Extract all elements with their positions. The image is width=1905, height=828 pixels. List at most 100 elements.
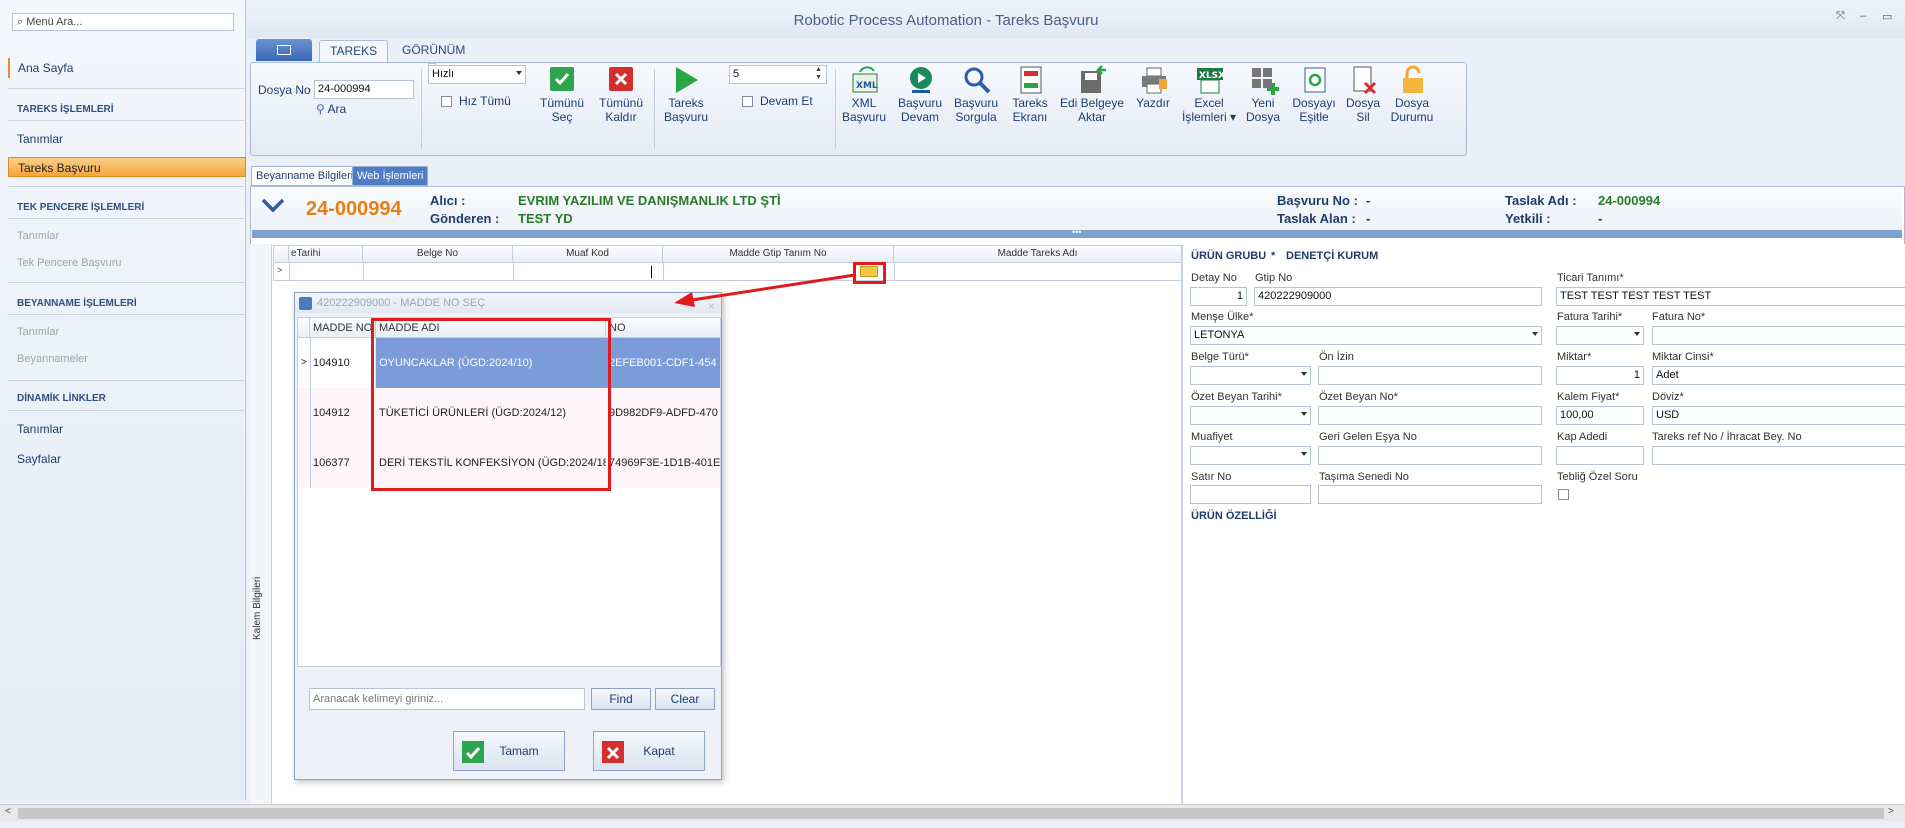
fatura-no-label: Fatura No*	[1652, 311, 1706, 323]
xml-basvuru-button[interactable]: XML XML Başvuru	[839, 63, 889, 157]
new-file-icon	[1249, 65, 1279, 95]
sidebar-item-sayfalar[interactable]: Sayfalar	[8, 449, 246, 469]
menu-search-input[interactable]: ⌕ Menü Ara...	[12, 13, 234, 31]
minimize-icon[interactable]: –	[1860, 10, 1866, 22]
col-belge-no[interactable]: Belge No	[363, 246, 513, 262]
clear-button[interactable]: Clear	[655, 688, 715, 710]
on-izin-input[interactable]	[1318, 366, 1542, 385]
tamam-button[interactable]: Tamam	[453, 731, 565, 771]
geri-gelen-input[interactable]	[1318, 446, 1542, 465]
divider	[8, 282, 246, 283]
excel-islemleri-button[interactable]: XLSX Excel İşlemleri ▾	[1181, 63, 1237, 157]
ozet-beyan-tarihi-input[interactable]	[1190, 406, 1311, 425]
find-button[interactable]: Find	[591, 688, 651, 710]
detay-no-input[interactable]: 1	[1190, 287, 1247, 306]
chevron-down-icon[interactable]	[260, 194, 286, 219]
annotation-box-madde-adi	[371, 318, 611, 491]
muafiyet-select[interactable]	[1190, 446, 1311, 465]
tab-gorunum[interactable]: GÖRÜNÜM	[392, 40, 475, 62]
belge-turu-select[interactable]	[1190, 366, 1311, 385]
divider	[8, 120, 246, 121]
splitter[interactable]: •••	[252, 227, 1902, 238]
sidebar: ⌕ Menü Ara... Ana Sayfa TAREKS İŞLEMLERİ…	[0, 0, 246, 800]
tab-web-islemleri[interactable]: Web İşlemleri	[352, 166, 429, 186]
horizontal-scrollbar[interactable]: < >	[0, 804, 1905, 821]
sidebar-item-tanimlar-3[interactable]: Tanımlar	[8, 322, 246, 342]
dosya-durumu-button[interactable]: Dosya Durumu	[1387, 63, 1437, 157]
speed-combo[interactable]: Hızlı	[428, 65, 526, 84]
restore-icon[interactable]: ⤧	[1836, 10, 1845, 23]
kalem-fiyat-input[interactable]: 100,00	[1556, 406, 1644, 425]
sidebar-item-tanimlar-2[interactable]: Tanımlar	[8, 226, 246, 246]
miktar-cinsi-input[interactable]: Adet	[1652, 366, 1905, 385]
maximize-icon[interactable]: ▭	[1882, 10, 1892, 23]
divider	[835, 69, 836, 149]
close-icon	[609, 67, 633, 91]
kapat-button[interactable]: Kapat	[593, 731, 705, 771]
divider	[8, 380, 246, 381]
basvuru-no-label: Başvuru No :	[1277, 193, 1358, 208]
tab-beyanname-bilgileri[interactable]: Beyanname Bilgileri	[251, 166, 359, 186]
fatura-no-input[interactable]	[1652, 326, 1905, 345]
satir-no-input[interactable]	[1190, 485, 1311, 504]
tab-tareks[interactable]: TAREKS	[319, 40, 389, 62]
kap-adedi-input[interactable]	[1556, 446, 1644, 465]
doviz-input[interactable]: USD	[1652, 406, 1905, 425]
tumunu-sec-button[interactable]: Tümünü Seç	[536, 63, 588, 157]
tumunu-kaldir-button[interactable]: Tümünü Kaldır	[596, 63, 646, 157]
divider	[310, 338, 311, 488]
dialog-search-input[interactable]: Aranacak kelimeyi giriniz...	[309, 688, 585, 710]
check-icon	[550, 67, 574, 91]
dialog-title-bar: 420222909000 - MADDE NO SEÇ ×	[295, 293, 721, 313]
tareks-ekrani-button[interactable]: Tareks Ekranı	[1007, 63, 1053, 157]
scrollbar-thumb[interactable]	[18, 808, 1884, 819]
divider	[289, 263, 290, 280]
sidebar-item-tek-pencere[interactable]: Tek Pencere Başvuru	[8, 253, 246, 273]
madde-no-cell: 104912	[313, 407, 350, 419]
ozet-beyan-no-input[interactable]	[1318, 406, 1542, 425]
basvuru-devam-button[interactable]: Başvuru Devam	[895, 63, 945, 157]
mense-ulke-select[interactable]: LETONYA	[1190, 326, 1542, 345]
row-indicator-icon: >	[277, 265, 283, 275]
scroll-left-icon[interactable]: <	[5, 806, 11, 817]
miktar-input[interactable]: 1	[1556, 366, 1644, 385]
devam-et-checkbox[interactable]	[742, 96, 753, 107]
sidebar-item-tareks-basvuru[interactable]: Tareks Başvuru	[8, 157, 246, 177]
fatura-tarihi-input[interactable]	[1556, 326, 1644, 345]
yeni-dosya-button[interactable]: Yeni Dosya	[1241, 63, 1285, 157]
sidebar-section-tek-pencere: TEK PENCERE İŞLEMLERİ	[17, 202, 145, 213]
tareks-basvuru-button[interactable]: Tareks Başvuru	[661, 63, 711, 157]
yazdir-button[interactable]: Yazdır	[1131, 63, 1175, 157]
ticari-tanimi-input[interactable]: TEST TEST TEST TEST TEST	[1556, 287, 1905, 306]
sidebar-item-beyannameler[interactable]: Beyannameler	[8, 349, 246, 369]
window-title: Robotic Process Automation - Tareks Başv…	[793, 12, 1099, 29]
edi-belgeye-aktar-button[interactable]: Edi Belgeye Aktar	[1059, 63, 1125, 157]
sidebar-item-tanimlar[interactable]: Tanımlar	[8, 129, 246, 149]
tasima-senedi-input[interactable]	[1318, 485, 1542, 504]
guid-cell: 74969F3E-1D1B-401E	[609, 457, 721, 469]
tareks-ref-label: Tareks ref No / İhracat Bey. No	[1652, 431, 1802, 443]
dosyayi-esitle-button[interactable]: Dosyayı Eşitle	[1289, 63, 1339, 157]
ozet-beyan-no-label: Özet Beyan No*	[1319, 391, 1398, 403]
sidebar-item-tanimlar-4[interactable]: Tanımlar	[8, 419, 246, 439]
col-tarihi[interactable]: eTarihi	[289, 246, 363, 262]
hiz-tumu-checkbox[interactable]	[441, 96, 452, 107]
scroll-right-icon[interactable]: >	[1888, 806, 1894, 817]
sidebar-item-home[interactable]: Ana Sayfa	[8, 58, 246, 78]
gtip-no-input[interactable]: 420222909000	[1254, 287, 1542, 306]
basvuru-no-value: -	[1366, 193, 1371, 208]
ara-button[interactable]: ⚲ Ara	[316, 102, 346, 116]
taslak-alan-label: Taslak Alan :	[1277, 211, 1356, 226]
dosya-sil-button[interactable]: Dosya Sil	[1343, 63, 1383, 157]
col-madde-gtip[interactable]: Madde Gtip Tanım No	[663, 246, 894, 262]
col-muaf-kod[interactable]: Muaf Kod	[513, 246, 663, 262]
col-madde-tareks-adi[interactable]: Madde Tareks Adı	[894, 246, 1181, 262]
tareks-ref-input[interactable]	[1652, 446, 1905, 465]
count-spinner[interactable]: 5 ▲ ▼	[729, 65, 827, 84]
teblig-ozel-soru-checkbox[interactable]	[1558, 489, 1569, 500]
col-guid-no[interactable]: NO	[606, 318, 720, 338]
col-madde-no[interactable]: MADDE NO	[310, 318, 376, 338]
app-menu-button[interactable]	[256, 39, 312, 61]
urun-grubu-label: ÜRÜN GRUBU	[1191, 250, 1267, 262]
basvuru-sorgula-button[interactable]: Başvuru Sorgula	[951, 63, 1001, 157]
